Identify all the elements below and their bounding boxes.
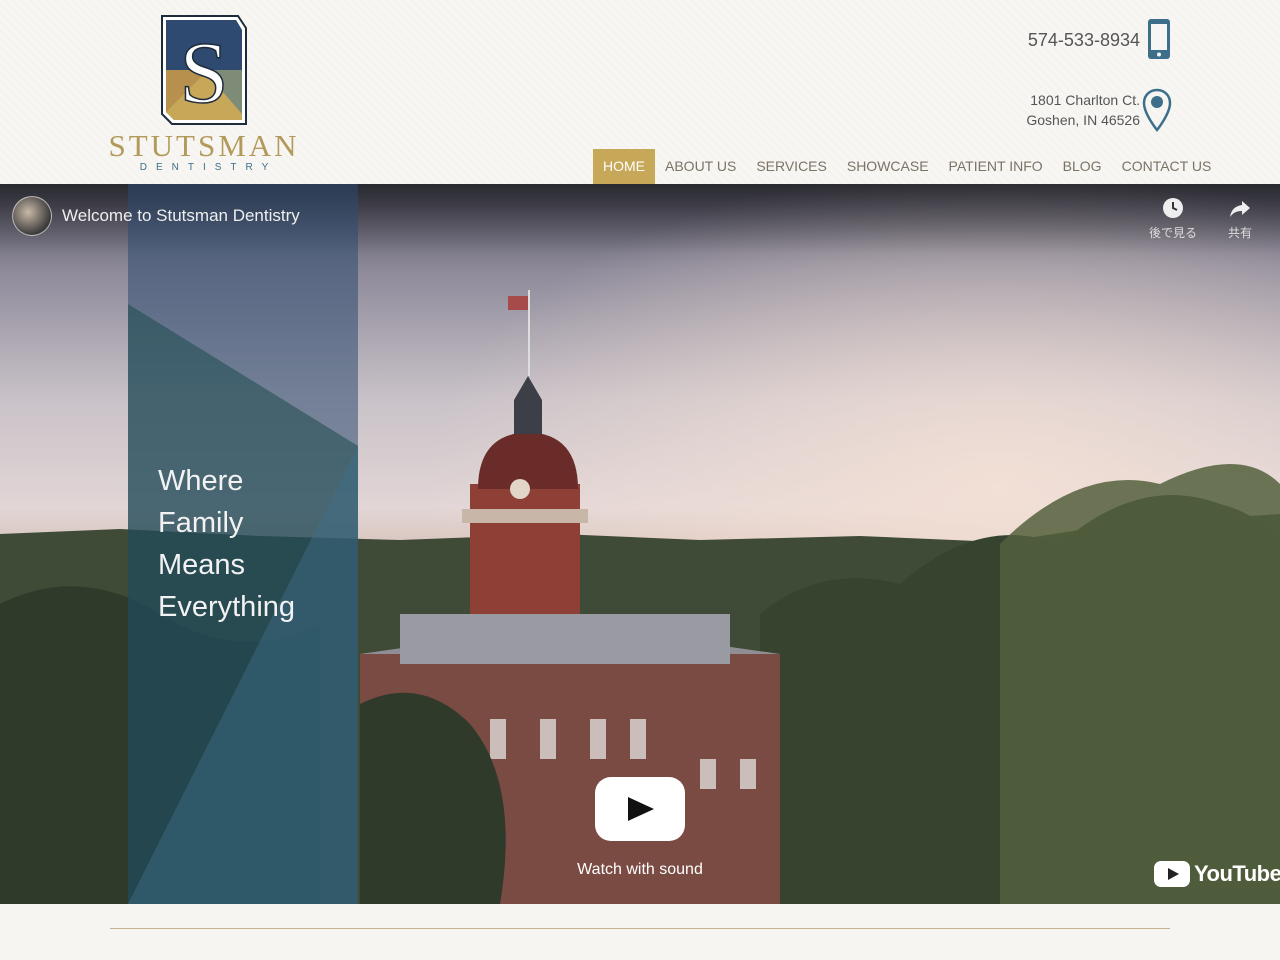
nav-item-about-us[interactable]: ABOUT US bbox=[655, 149, 746, 184]
logo-wordmark: STUTSMAN bbox=[108, 128, 300, 163]
hero-video[interactable]: Welcome to Stutsman Dentistry 後で見る 共有 Wh… bbox=[0, 184, 1280, 904]
address[interactable]: 1801 Charlton Ct. Goshen, IN 46526 bbox=[1026, 90, 1140, 130]
logo-letter: S bbox=[180, 25, 229, 122]
play-button[interactable] bbox=[595, 777, 685, 841]
logo[interactable]: S STUTSMAN DENTISTRY bbox=[108, 12, 300, 178]
share-button[interactable]: 共有 bbox=[1210, 196, 1270, 241]
site-header: S STUTSMAN DENTISTRY 574-533-8934 1801 C… bbox=[0, 0, 1280, 184]
tagline-line: Family bbox=[158, 507, 244, 539]
youtube-play-icon bbox=[1154, 861, 1190, 887]
share-arrow-icon bbox=[1230, 201, 1250, 217]
video-title[interactable]: Welcome to Stutsman Dentistry bbox=[62, 206, 300, 226]
nav-item-contact-us[interactable]: CONTACT US bbox=[1112, 149, 1222, 184]
youtube-logo[interactable]: YouTube bbox=[1154, 860, 1280, 888]
main-nav: HOME ABOUT US SERVICES SHOWCASE PATIENT … bbox=[593, 149, 1221, 184]
youtube-wordmark: YouTube bbox=[1194, 861, 1280, 886]
address-line-2: Goshen, IN 46526 bbox=[1026, 112, 1140, 128]
tagline-line: Means bbox=[158, 549, 246, 581]
address-line-1: 1801 Charlton Ct. bbox=[1030, 92, 1140, 108]
clock-icon bbox=[1163, 198, 1183, 218]
channel-avatar[interactable] bbox=[12, 196, 52, 236]
watch-later-label: 後で見る bbox=[1148, 226, 1197, 240]
tagline-line: Everything bbox=[158, 591, 296, 623]
nav-item-home[interactable]: HOME bbox=[593, 149, 655, 184]
mobile-phone-icon[interactable] bbox=[1146, 18, 1172, 60]
nav-item-patient-info[interactable]: PATIENT INFO bbox=[939, 149, 1053, 184]
tagline-line: Where bbox=[158, 465, 244, 497]
nav-item-blog[interactable]: BLOG bbox=[1053, 149, 1112, 184]
hero-tagline: Where Family Means Everything bbox=[158, 460, 295, 628]
play-icon bbox=[628, 797, 654, 821]
logo-mark-icon: S bbox=[161, 15, 247, 125]
nav-item-showcase[interactable]: SHOWCASE bbox=[837, 149, 939, 184]
phone-number[interactable]: 574-533-8934 bbox=[1028, 30, 1140, 51]
section-divider bbox=[110, 928, 1170, 929]
logo-subtitle: DENTISTRY bbox=[139, 162, 278, 173]
map-pin-icon[interactable] bbox=[1142, 88, 1172, 132]
watch-with-sound-label[interactable]: Watch with sound bbox=[540, 861, 740, 879]
share-label: 共有 bbox=[1227, 226, 1252, 240]
nav-item-services[interactable]: SERVICES bbox=[746, 149, 837, 184]
watch-later-button[interactable]: 後で見る bbox=[1143, 196, 1203, 241]
